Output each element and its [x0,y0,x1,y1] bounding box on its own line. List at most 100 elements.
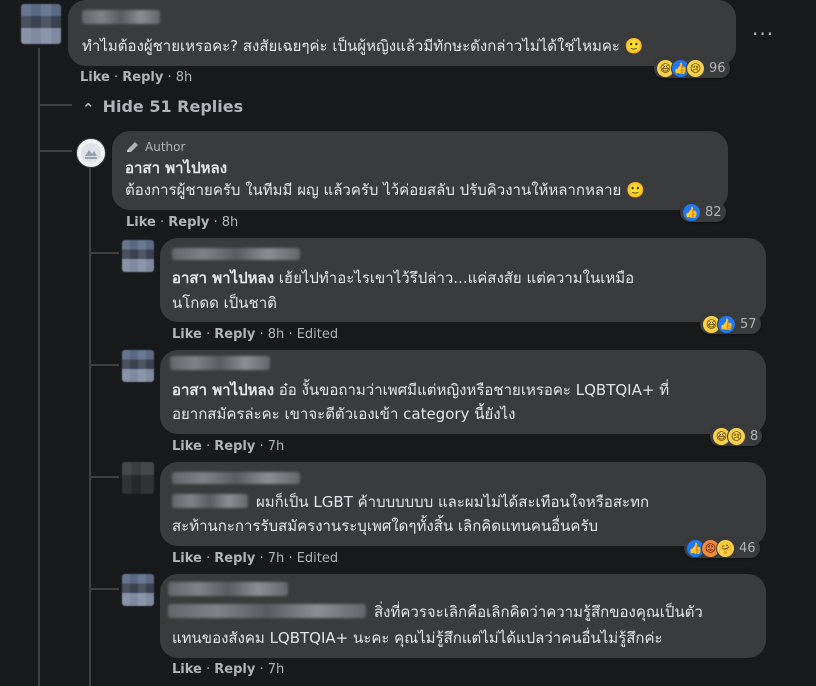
separator: · [206,551,211,566]
separator: · [259,327,264,342]
reaction-count: 82 [705,204,722,220]
comment-time[interactable]: 7h [268,439,285,454]
author-avatar[interactable] [76,138,106,168]
author-comment-actions: Like · Reply · 8h [126,215,238,230]
reaction-count: 57 [740,316,757,332]
like-button[interactable]: Like [80,70,110,85]
like-reaction-icon: 👍 [682,202,701,222]
like-reaction-icon: 👍 [717,314,736,334]
separator: · [213,215,218,230]
separator: · [259,662,264,677]
reaction-summary[interactable]: 😆 👍 😢 96 [654,58,730,78]
more-options-icon[interactable]: ··· [752,22,774,46]
reply-text: เฮ้ยไปทำอะไรเขาไว้รึปล่าว...แค่สงสัย แต่… [274,269,635,287]
separator: · [160,215,165,230]
reply-button[interactable]: Reply [122,70,163,85]
reply-text-line-1: ผมก็เป็น LGBT ค้าบบบบบบ และผมไม่ได้สะเทื… [256,493,650,511]
reaction-summary[interactable]: 👍 82 [680,202,726,222]
reply-bubble: อาสา พาไปหลง อ๋อ งั้นขอถามว่าเพศมีแต่หญิ… [160,350,766,434]
thread-connector-reply-4 [89,588,119,590]
avatar[interactable] [21,4,61,44]
reply-actions: Like · Reply · 7h [172,439,284,454]
commenter-name-continued [168,604,366,618]
edited-label: Edited [296,551,339,566]
author-logo-icon [81,143,101,163]
reply-bubble: ผมก็เป็น LGBT ค้าบบบบบบ และผมไม่ได้สะเทื… [160,462,766,546]
hide-replies-button[interactable]: ⌃ Hide 51 Replies [82,96,244,118]
comment-actions: Like · Reply · 8h [80,70,192,85]
thread-line-author [89,168,91,686]
author-badge: Author [125,140,185,154]
reply-bubble: อาสา พาไปหลง เฮ้ยไปทำอะไรเขาไว้รึปล่าว..… [160,238,766,322]
reply-bubble: สิ่งที่ควรจะเลิกคือเลิกคิดว่าความรู้สึกข… [160,574,766,658]
reaction-count: 96 [709,60,726,76]
thread-connector-reply-2 [89,364,119,366]
sad-reaction-icon: 😢 [727,426,746,446]
separator: · [206,662,211,677]
reply-button[interactable]: Reply [214,439,255,454]
comment-bubble: ทำไมต้องผู้ชายเหรอคะ? สงสัยเฉยๆค่ะ เป็นผ… [68,0,736,66]
separator: · [206,439,211,454]
comment-time[interactable]: 8h [222,215,239,230]
reply-text-line-1: สิ่งที่ควรจะเลิกคือเลิกคิดว่าความรู้สึกข… [374,603,703,621]
like-button[interactable]: Like [172,439,202,454]
reply-text-line-2: นโกดด เป็นชาติ [172,294,277,312]
author-comment-text: ต้องการผู้ชายครับ ในทีมมี ผญ แล้วครับ ไว… [125,181,645,199]
reaction-summary[interactable]: 👍 😡 🤗 46 [684,538,760,558]
separator: · [206,327,211,342]
comment-time[interactable]: 7h [268,662,285,677]
thread-connector-author [38,150,72,152]
commenter-name[interactable] [168,582,288,596]
pencil-icon [127,141,138,152]
mention-link[interactable]: อาสา พาไปหลง [172,269,274,287]
reply-text-line-2: สะท้านกะการรับสมัครงานระบุเพศใดๆทั้งสิ้น… [172,517,599,535]
thread-connector-reply-3 [89,476,119,478]
reaction-count: 46 [739,540,756,556]
like-button[interactable]: Like [172,327,202,342]
separator: · [259,439,264,454]
commenter-name-continued [172,494,248,508]
reply-text: อ๋อ งั้นขอถามว่าเพศมีแต่หญิงหรือชายเหรอค… [274,381,670,399]
reply-actions: Like · Reply · 7h [172,662,284,677]
reply-button[interactable]: Reply [214,662,255,677]
commenter-name[interactable] [170,356,270,370]
reaction-count: 8 [750,428,759,444]
chevron-up-icon: ⌃ [82,100,95,118]
care-reaction-icon: 🤗 [716,538,735,558]
separator: · [259,551,264,566]
avatar[interactable] [122,350,154,382]
reply-button[interactable]: Reply [214,551,255,566]
edited-label: Edited [296,327,339,342]
comment-time[interactable]: 7h [268,551,285,566]
avatar[interactable] [122,574,154,606]
like-button[interactable]: Like [172,551,202,566]
thread-connector-reply-1 [89,252,119,254]
avatar[interactable] [122,462,154,494]
commenter-name[interactable] [172,248,300,260]
reply-button[interactable]: Reply [214,327,255,342]
reaction-summary[interactable]: 😆 😢 8 [710,426,763,446]
avatar[interactable] [122,240,154,272]
separator: · [114,70,119,85]
like-button[interactable]: Like [126,215,156,230]
reply-text-line-2: อยากสมัครล่ะคะ เขาจะตีตัวเองเข้า categor… [172,405,516,423]
mention-link[interactable]: อาสา พาไปหลง [172,381,274,399]
like-button[interactable]: Like [172,662,202,677]
reply-actions: Like · Reply · 8h · Edited [172,327,338,342]
author-badge-label: Author [145,140,186,154]
reply-text-line-1: อาสา พาไปหลง อ๋อ งั้นขอถามว่าเพศมีแต่หญิ… [172,378,669,402]
reply-button[interactable]: Reply [168,215,209,230]
reaction-summary[interactable]: 😆 👍 57 [700,314,761,334]
reply-text-line-1: อาสา พาไปหลง เฮ้ยไปทำอะไรเขาไว้รึปล่าว..… [172,266,634,290]
commenter-name[interactable] [82,10,160,24]
separator: · [288,551,293,566]
reply-actions: Like · Reply · 7h · Edited [172,551,338,566]
sad-reaction-icon: 😢 [686,58,705,78]
thread-connector-hide [38,104,72,106]
separator: · [288,327,293,342]
author-name[interactable]: อาสา พาไปหลง [125,158,227,178]
commenter-name[interactable] [172,472,300,484]
comment-time[interactable]: 8h [176,70,193,85]
comment-time[interactable]: 8h [268,327,285,342]
hide-replies-label: Hide 51 Replies [102,96,244,116]
